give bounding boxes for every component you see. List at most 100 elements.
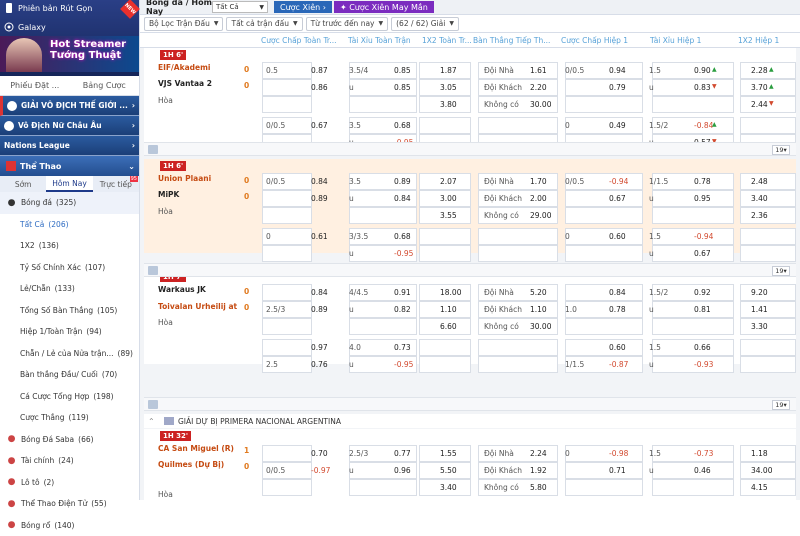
first-half-handicap-odds[interactable]: 0.94 bbox=[609, 66, 626, 75]
sidebar-item-10[interactable]: Cược Thắng(119) bbox=[0, 407, 139, 429]
odds-cell-group[interactable] bbox=[478, 228, 558, 245]
odds-cell-group[interactable] bbox=[565, 96, 643, 113]
handicap-odds[interactable]: 0.67 bbox=[311, 121, 328, 130]
first-half-ou-odds[interactable]: 0.83 bbox=[694, 83, 711, 92]
sidebar-item-11[interactable]: ●Bóng Đá Saba(66) bbox=[0, 429, 139, 451]
first-half-1x2-odds[interactable]: 2.36 bbox=[751, 211, 768, 220]
next-goal-odds[interactable]: 30.00 bbox=[530, 322, 551, 331]
odds-cell-group[interactable] bbox=[262, 284, 312, 301]
handicap-odds[interactable]: 0.89 bbox=[311, 305, 328, 314]
over-under-odds[interactable]: 0.96 bbox=[394, 466, 411, 475]
odds-cell-group[interactable] bbox=[419, 228, 471, 245]
tab-bet-slip[interactable]: Phiếu Đặt ... bbox=[0, 76, 70, 95]
next-goal-odds[interactable]: 2.24 bbox=[530, 449, 547, 458]
parlay-button[interactable]: Cược Xiên › bbox=[274, 1, 332, 13]
sidebar-item-12[interactable]: ●Tài chính(24) bbox=[0, 450, 139, 472]
odds-cell-group[interactable] bbox=[565, 284, 643, 301]
market-select[interactable]: Tất Cả▼ bbox=[212, 1, 268, 13]
hot-streamer-banner[interactable]: Hot Streamer Tướng Thuật bbox=[0, 36, 139, 72]
first-half-1x2-odds[interactable]: 3.40 bbox=[751, 194, 768, 203]
1x2-odds[interactable]: 1.87 bbox=[440, 66, 457, 75]
handicap-odds[interactable]: 0.97 bbox=[311, 343, 328, 352]
first-half-1x2-odds[interactable]: 2.48 bbox=[751, 177, 768, 186]
first-half-1x2-odds[interactable]: 2.44 bbox=[751, 100, 768, 109]
column-header-2[interactable]: 1X2 Toàn Tr... bbox=[422, 36, 472, 45]
odds-cell-group[interactable] bbox=[419, 339, 471, 356]
first-half-ou-odds[interactable]: -0.84 bbox=[694, 121, 713, 130]
handicap-odds[interactable]: 0.87 bbox=[311, 66, 328, 75]
sidebar-item-2[interactable]: 1X2(136) bbox=[0, 235, 139, 257]
more-markets-dropdown[interactable]: 19 ▾ bbox=[772, 400, 790, 410]
sidebar-item-4[interactable]: Lẻ/Chẵn(133) bbox=[0, 278, 139, 300]
sidebar-item-15[interactable]: ●Bóng rổ(140) bbox=[0, 515, 139, 536]
odds-cell-group[interactable] bbox=[652, 462, 734, 479]
odds-cell-group[interactable] bbox=[652, 96, 734, 113]
odds-cell-group[interactable] bbox=[565, 228, 643, 245]
first-half-1x2-odds[interactable]: 2.28 bbox=[751, 66, 768, 75]
league-count-dropdown[interactable]: (62 / 62) Giải▼ bbox=[391, 17, 459, 31]
first-half-ou-odds[interactable]: -0.73 bbox=[694, 449, 713, 458]
odds-cell-group[interactable] bbox=[419, 245, 471, 262]
next-goal-odds[interactable]: 2.00 bbox=[530, 194, 547, 203]
odds-cell-group[interactable] bbox=[740, 479, 796, 496]
odds-cell-group[interactable] bbox=[740, 117, 796, 134]
1x2-odds[interactable]: 5.50 bbox=[440, 466, 457, 475]
first-half-ou-odds[interactable]: 0.46 bbox=[694, 466, 711, 475]
odds-cell-group[interactable] bbox=[565, 339, 643, 356]
all-matches-dropdown[interactable]: Tất cả trận đấu▼ bbox=[226, 17, 302, 31]
over-under-odds[interactable]: 0.68 bbox=[394, 121, 411, 130]
odds-cell-group[interactable] bbox=[740, 245, 796, 262]
column-header-4[interactable]: Cược Chấp Hiệp 1 bbox=[561, 36, 628, 45]
first-half-1x2-odds[interactable]: 3.30 bbox=[751, 322, 768, 331]
odds-cell-group[interactable] bbox=[740, 79, 796, 96]
1x2-odds[interactable]: 3.00 bbox=[440, 194, 457, 203]
odds-cell-group[interactable] bbox=[652, 228, 734, 245]
column-header-5[interactable]: Tài Xỉu Hiệp 1 bbox=[650, 36, 701, 45]
odds-cell-group[interactable] bbox=[262, 445, 312, 462]
odds-cell-group[interactable] bbox=[740, 445, 796, 462]
column-header-0[interactable]: Cược Chấp Toàn Tr... bbox=[261, 36, 336, 45]
first-half-ou-odds[interactable]: 0.66 bbox=[694, 343, 711, 352]
handicap-odds[interactable]: 0.61 bbox=[311, 232, 328, 241]
odds-cell-group[interactable] bbox=[740, 96, 796, 113]
odds-cell-group[interactable] bbox=[740, 356, 796, 373]
1x2-odds[interactable]: 1.55 bbox=[440, 449, 457, 458]
odds-cell-group[interactable] bbox=[652, 356, 734, 373]
first-half-1x2-odds[interactable]: 4.15 bbox=[751, 483, 768, 492]
league-world-cup[interactable]: GIẢI VÔ ĐỊCH THẾ GIỚI ...› bbox=[0, 96, 139, 116]
more-markets-dropdown[interactable]: 19 ▾ bbox=[772, 266, 790, 276]
handicap-odds[interactable]: -0.97 bbox=[311, 466, 330, 475]
odds-cell-group[interactable] bbox=[652, 445, 734, 462]
odds-cell-group[interactable] bbox=[565, 207, 643, 224]
odds-cell-group[interactable] bbox=[478, 356, 558, 373]
sidebar-item-8[interactable]: Bàn thắng Đầu/ Cuối(70) bbox=[0, 364, 139, 386]
league-nations[interactable]: Nations League› bbox=[0, 136, 139, 156]
home-team-name[interactable]: Union Plaani bbox=[158, 174, 211, 183]
first-half-handicap-odds[interactable]: 0.79 bbox=[609, 83, 626, 92]
next-goal-odds[interactable]: 1.10 bbox=[530, 305, 547, 314]
odds-cell-group[interactable] bbox=[740, 173, 796, 190]
away-team-name[interactable]: VJS Vantaa 2 bbox=[158, 79, 212, 88]
odds-cell-group[interactable] bbox=[652, 79, 734, 96]
next-goal-odds[interactable]: 5.20 bbox=[530, 288, 547, 297]
tab-live[interactable]: Trực tiếp95 bbox=[93, 176, 139, 192]
handicap-odds[interactable]: 0.84 bbox=[311, 177, 328, 186]
first-half-ou-odds[interactable]: 0.95 bbox=[694, 194, 711, 203]
sidebar-item-3[interactable]: Tỷ Số Chính Xác(107) bbox=[0, 257, 139, 279]
stats-icon[interactable] bbox=[148, 266, 158, 275]
next-goal-odds[interactable]: 1.61 bbox=[530, 66, 547, 75]
match-filter-dropdown[interactable]: Bộ Lọc Trận Đấu▼ bbox=[144, 17, 223, 31]
handicap-odds[interactable]: 0.86 bbox=[311, 83, 328, 92]
first-half-1x2-odds[interactable]: 34.00 bbox=[751, 466, 772, 475]
stats-icon[interactable] bbox=[148, 400, 158, 409]
odds-cell-group[interactable] bbox=[349, 318, 417, 335]
handicap-odds[interactable]: 0.84 bbox=[311, 288, 328, 297]
1x2-odds[interactable]: 3.55 bbox=[440, 211, 457, 220]
over-under-odds[interactable]: 0.85 bbox=[394, 66, 411, 75]
odds-cell-group[interactable] bbox=[652, 339, 734, 356]
sidebar-item-7[interactable]: Chẵn / Lẻ của Nửa trận...(89) bbox=[0, 343, 139, 365]
first-half-ou-odds[interactable]: -0.94 bbox=[694, 232, 713, 241]
odds-cell-group[interactable] bbox=[478, 245, 558, 262]
over-under-odds[interactable]: 0.77 bbox=[394, 449, 411, 458]
sidebar-item-9[interactable]: Cá Cược Tổng Hợp(198) bbox=[0, 386, 139, 408]
